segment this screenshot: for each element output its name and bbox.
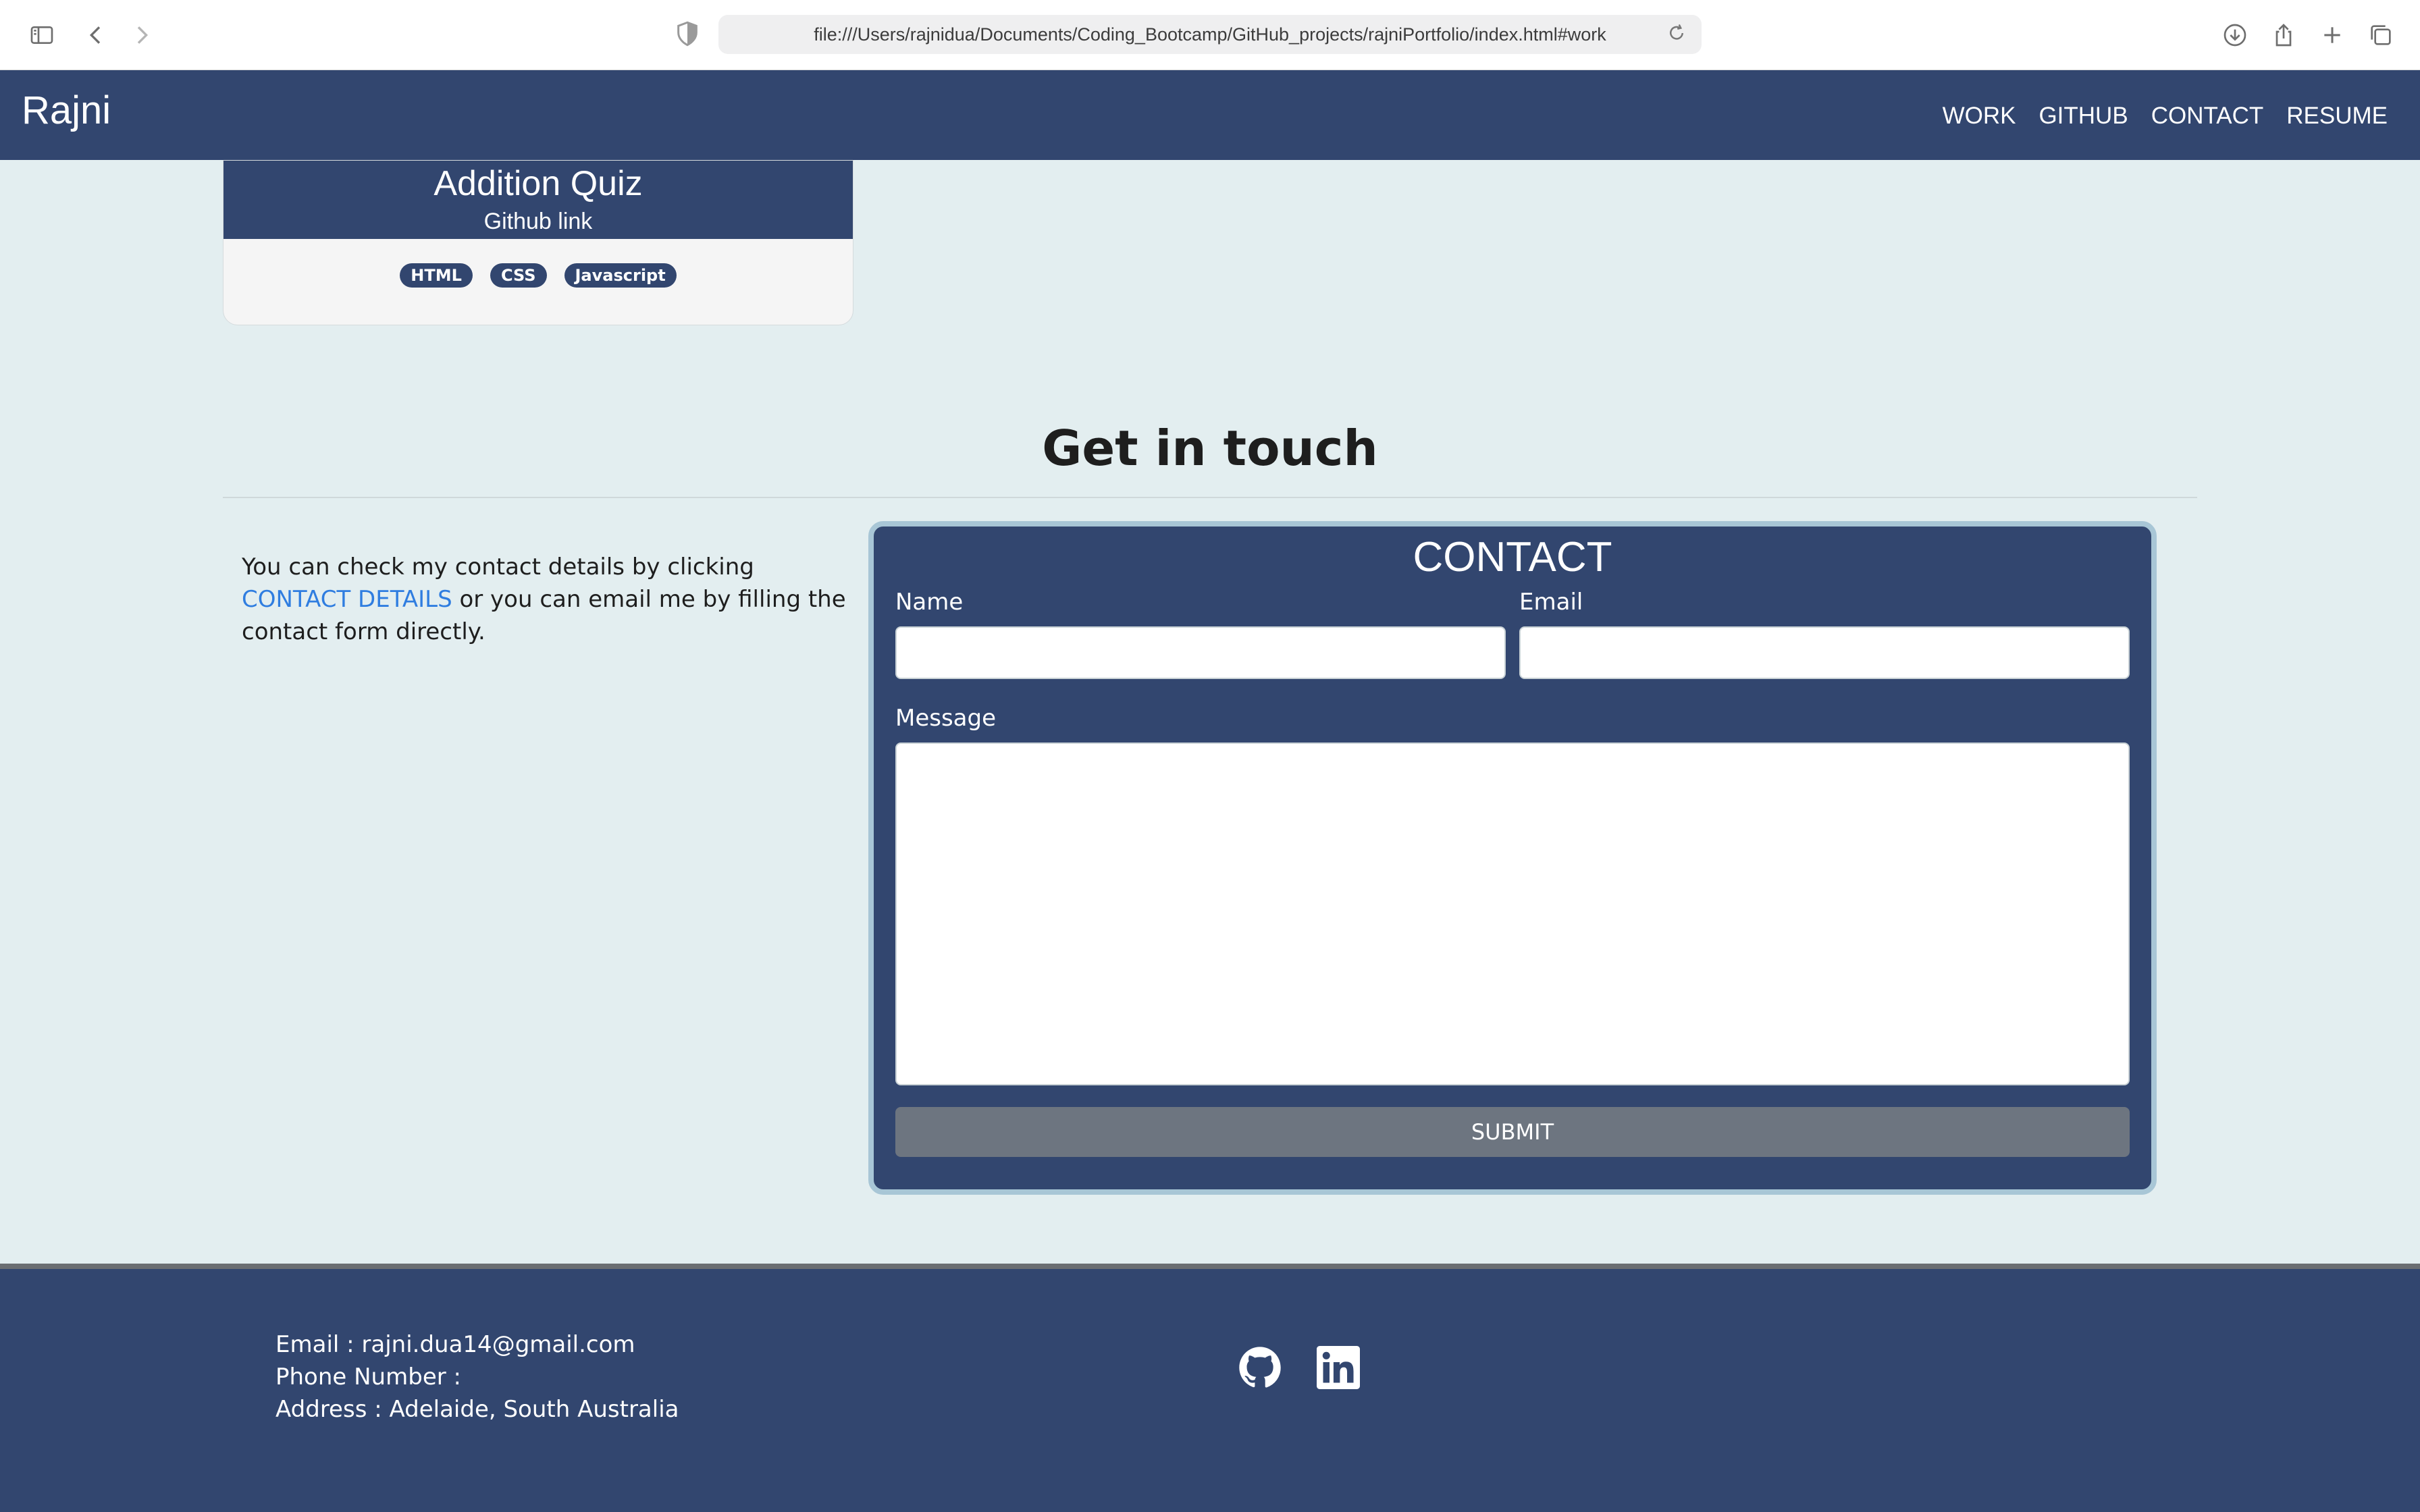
nav-link-contact[interactable]: CONTACT [2151,103,2264,130]
project-tags: HTML CSS Javascript [223,239,853,288]
section-divider [223,497,2197,498]
footer-border [0,1264,2420,1269]
download-icon[interactable] [2215,15,2255,55]
nav-link-github[interactable]: GITHUB [2038,103,2128,130]
shield-icon[interactable] [674,20,701,47]
contact-details-link[interactable]: CONTACT DETAILS [242,586,452,613]
site-brand[interactable]: Rajni [22,88,111,133]
email-input[interactable] [1519,626,2130,679]
site-navbar: Rajni WORK GITHUB CONTACT RESUME [0,70,2420,160]
github-icon[interactable] [1238,1346,1282,1389]
contact-text-before: You can check my contact details by clic… [242,554,754,580]
nav-link-resume[interactable]: RESUME [2286,103,2388,130]
project-title: Addition Quiz [433,164,643,203]
new-tab-icon[interactable] [2312,15,2352,55]
forward-icon[interactable] [122,15,162,55]
footer-contact-info: Email : rajni.dua14@gmail.com Phone Numb… [275,1328,679,1426]
footer-phone: Phone Number : [275,1364,461,1390]
site-footer: Email : rajni.dua14@gmail.com Phone Numb… [0,1269,2420,1512]
contact-description: You can check my contact details by clic… [242,551,849,648]
browser-toolbar: file:///Users/rajnidua/Documents/Coding_… [0,0,2420,70]
footer-address: Address : Adelaide, South Australia [275,1396,679,1423]
message-textarea[interactable] [895,742,2130,1085]
reload-icon[interactable] [1666,23,1689,46]
name-label: Name [895,589,964,616]
footer-email: Email : rajni.dua14@gmail.com [275,1331,635,1358]
tag-badge: CSS [490,263,547,288]
email-label: Email [1519,589,1583,616]
name-input[interactable] [895,626,1506,679]
share-icon[interactable] [2263,15,2304,55]
nav-links: WORK GITHUB CONTACT RESUME [1943,103,2388,130]
project-github-link[interactable]: Github link [484,207,593,236]
sidebar-icon[interactable] [22,15,62,55]
project-card-header: Addition Quiz Github link [223,161,853,239]
project-card: Addition Quiz Github link HTML CSS Javas… [223,160,853,325]
nav-link-work[interactable]: WORK [1943,103,2016,130]
tag-badge: Javascript [564,263,677,288]
form-title: CONTACT [1413,534,1612,580]
linkedin-icon[interactable] [1317,1346,1360,1389]
contact-form: CONTACT Name Email Message SUBMIT [868,521,2157,1195]
submit-button[interactable]: SUBMIT [895,1107,2130,1157]
message-label: Message [895,705,997,732]
tag-badge: HTML [400,263,473,288]
tabs-overview-icon[interactable] [2361,15,2401,55]
back-icon[interactable] [76,15,116,55]
url-text: file:///Users/rajnidua/Documents/Coding_… [814,24,1606,45]
address-bar[interactable]: file:///Users/rajnidua/Documents/Coding_… [718,15,1702,54]
section-title: Get in touch [1042,420,1378,477]
